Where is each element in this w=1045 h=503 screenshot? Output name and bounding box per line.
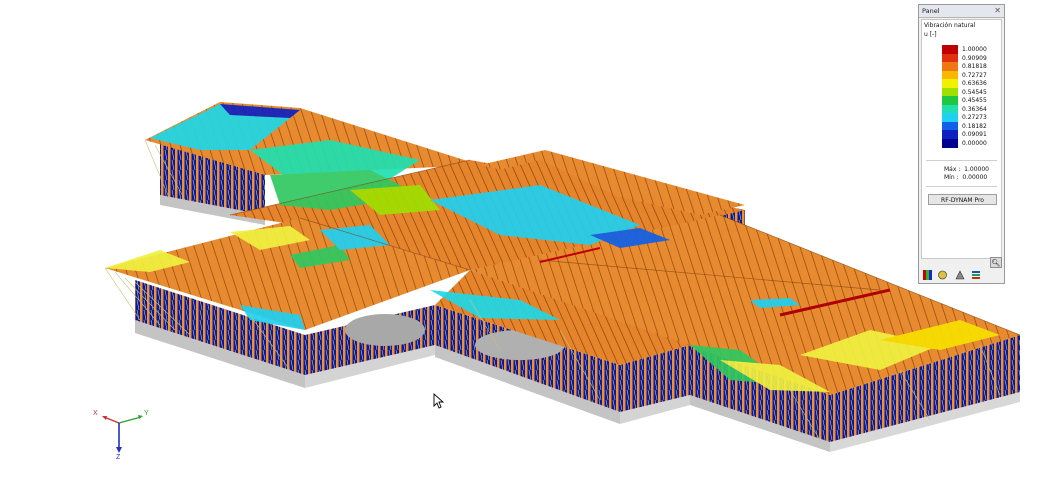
tab-lines-icon[interactable] bbox=[969, 270, 982, 282]
legend-value: 0.27273 bbox=[962, 114, 987, 121]
tab-settings-icon[interactable] bbox=[953, 270, 966, 282]
y-axis-label: Y bbox=[144, 410, 149, 417]
legend-value: 0.90909 bbox=[962, 54, 987, 62]
legend-value: 0.18182 bbox=[962, 122, 987, 130]
model-viewport[interactable] bbox=[0, 0, 1045, 503]
legend-value: 0.36364 bbox=[962, 105, 987, 113]
max-row: Máx : 1.00000 bbox=[944, 166, 989, 173]
divider bbox=[926, 186, 997, 187]
axis-triad: X Y Z bbox=[86, 405, 156, 465]
legend-row: 0.00000 bbox=[942, 138, 1002, 148]
legend-value: 1.00000 bbox=[962, 46, 987, 53]
min-label: Mín bbox=[944, 174, 955, 181]
legend-value: 0.81818 bbox=[962, 63, 987, 70]
close-icon[interactable]: ✕ bbox=[994, 5, 1001, 17]
legend-value: 0.54545 bbox=[962, 88, 987, 96]
legend-swatch bbox=[942, 138, 958, 148]
x-axis-label: X bbox=[93, 410, 98, 417]
panel-tab-bar bbox=[921, 270, 1002, 282]
legend-value: 0.63636 bbox=[962, 80, 987, 87]
max-label: Máx bbox=[944, 166, 957, 173]
min-value: 0.00000 bbox=[962, 174, 988, 181]
divider bbox=[926, 160, 997, 161]
z-axis-label: Z bbox=[116, 454, 121, 461]
structure-model[interactable] bbox=[0, 0, 1045, 503]
rf-dynam-pro-button[interactable]: RF-DYNAM Pro bbox=[928, 194, 997, 205]
panel-content: Vibración natural u [-] 1.00000 0.90909 … bbox=[921, 19, 1002, 268]
min-row: Mín : 0.00000 bbox=[944, 174, 988, 181]
legend-value: 0.45455 bbox=[962, 97, 987, 104]
panel-unit: u [-] bbox=[924, 31, 937, 38]
panel-heading: Vibración natural bbox=[924, 22, 976, 29]
zoom-icon[interactable]: 🔍︎ bbox=[990, 257, 1002, 268]
results-panel[interactable]: Panel ✕ Vibración natural u [-] 1.00000 … bbox=[918, 4, 1005, 284]
mouse-cursor-icon bbox=[433, 393, 445, 409]
panel-titlebar[interactable]: Panel ✕ bbox=[919, 5, 1004, 18]
legend-value: 0.00000 bbox=[962, 139, 987, 147]
legend-value: 0.09091 bbox=[962, 131, 987, 138]
legend-value: 0.72727 bbox=[962, 71, 987, 79]
panel-title: Panel bbox=[922, 7, 940, 15]
tab-display-icon[interactable] bbox=[936, 270, 949, 282]
max-value: 1.00000 bbox=[964, 166, 989, 173]
tab-color-scale-icon[interactable] bbox=[921, 270, 934, 282]
